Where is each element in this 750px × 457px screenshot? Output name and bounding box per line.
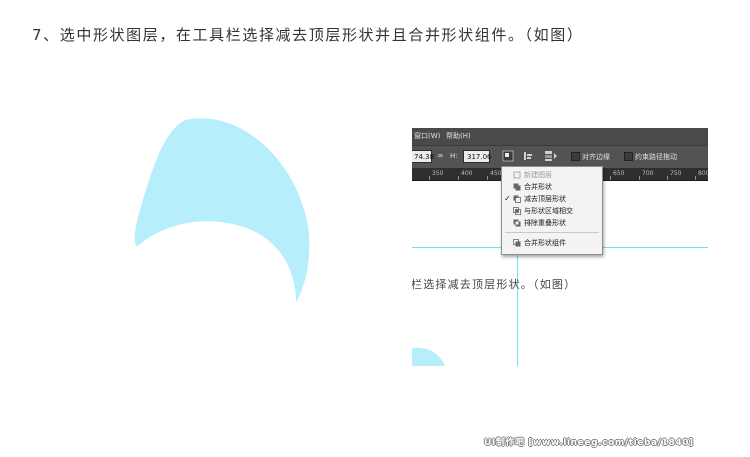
constrain-path-label: 约束路径拖动 xyxy=(635,153,677,161)
options-bar: 74.38 ∞ H: 317.06 对齐边缘 约束路径拖动 xyxy=(412,145,708,168)
align-edges-label: 对齐边缘 xyxy=(582,153,610,161)
menu-help[interactable]: 帮助(H) xyxy=(446,131,471,141)
ruler-tick: 700 xyxy=(642,170,654,177)
ruler-tick: 400 xyxy=(461,170,473,177)
checkmark-icon: ✓ xyxy=(504,194,511,203)
step-heading: 7、选中形状图层，在工具栏选择减去顶层形状并且合并形状组件。（如图） xyxy=(32,26,584,44)
height-label: H: xyxy=(450,152,458,160)
path-arrangement-icon[interactable] xyxy=(542,150,558,162)
dropdown-item-exclude-overlapping-shapes[interactable]: 排除重叠形状 xyxy=(502,217,602,229)
chain-link-icon[interactable]: ∞ xyxy=(437,151,444,160)
align-edges-checkbox[interactable] xyxy=(571,152,580,161)
ruler-tick: 450 xyxy=(490,170,502,177)
menu-bar: 窗口(W) 帮助(H) xyxy=(412,128,708,145)
height-field[interactable]: 317.06 xyxy=(463,150,492,163)
constrain-path-checkbox[interactable] xyxy=(624,152,633,161)
dropdown-item-subtract-front-shape[interactable]: ✓ 减去顶层形状 xyxy=(502,193,602,205)
combine-shapes-icon xyxy=(513,183,521,191)
path-operations-icon[interactable] xyxy=(502,150,514,162)
photoshop-screenshot: 窗口(W) 帮助(H) 74.38 ∞ H: 317.06 对齐边缘 约束路径拖… xyxy=(412,128,708,366)
exclude-overlapping-shapes-icon xyxy=(513,219,521,227)
new-layer-icon xyxy=(513,171,521,179)
dropdown-separator xyxy=(505,232,599,233)
path-operations-dropdown: 新建图层 合并形状 ✓ 减去顶层形状 与形状区域相交 排除重叠形状 合并形状组件 xyxy=(501,166,603,255)
background-instruction-text: 栏选择减去顶层形状。（如图） xyxy=(412,278,577,291)
dropdown-item-intersect-shape-areas[interactable]: 与形状区域相交 xyxy=(502,205,602,217)
shape-fragment xyxy=(412,347,446,366)
path-alignment-icon[interactable] xyxy=(522,150,534,162)
width-field[interactable]: 74.38 xyxy=(412,150,434,163)
crescent-shape xyxy=(134,118,310,302)
dropdown-item-combine-shapes[interactable]: 合并形状 xyxy=(502,181,602,193)
ruler-tick: 750 xyxy=(670,170,682,177)
ruler-tick: 350 xyxy=(432,170,444,177)
dropdown-item-new-layer[interactable]: 新建图层 xyxy=(502,169,602,181)
ruler-tick: 650 xyxy=(613,170,625,177)
site-watermark: UI制作吧 [www.lineeg.com/tieba/1840] xyxy=(484,438,694,448)
merge-shape-components-icon xyxy=(513,239,521,247)
dropdown-item-merge-shape-components[interactable]: 合并形状组件 xyxy=(502,237,602,249)
menu-window[interactable]: 窗口(W) xyxy=(414,131,440,141)
ruler-tick: 800 xyxy=(698,170,708,177)
subtract-front-shape-icon xyxy=(513,195,521,203)
intersect-shape-areas-icon xyxy=(513,207,521,215)
